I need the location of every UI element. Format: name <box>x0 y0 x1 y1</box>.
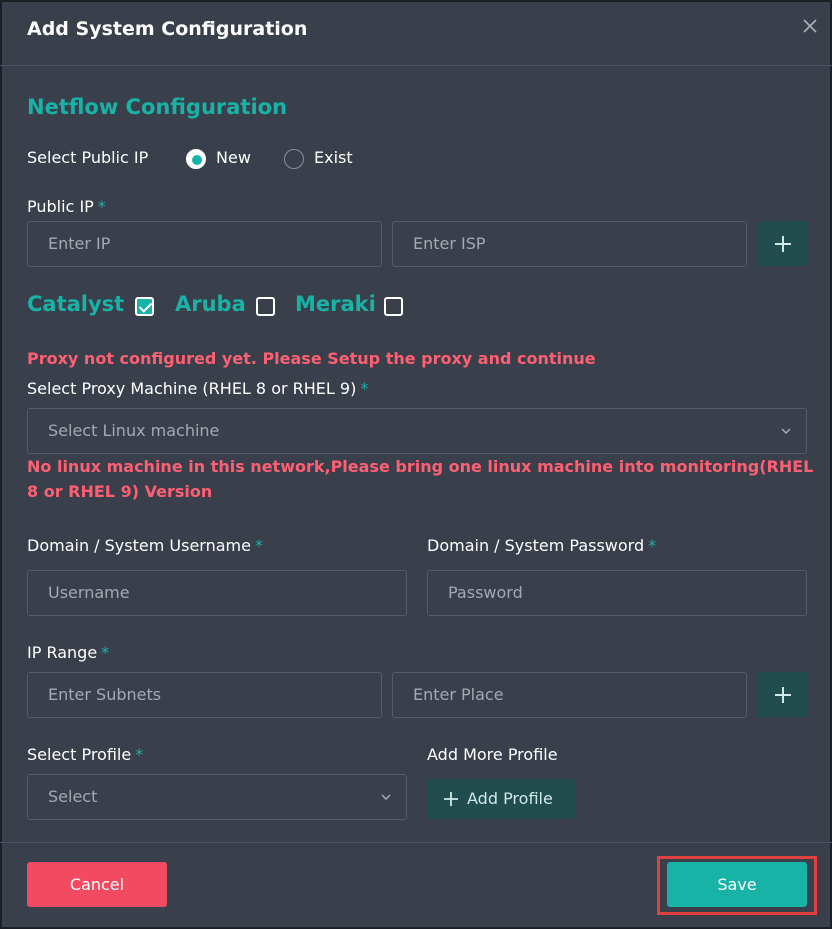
add-profile-button[interactable]: Add Profile <box>427 779 575 819</box>
required-mark: * <box>101 643 110 662</box>
select-profile-label: Select Profile * <box>27 745 144 764</box>
select-public-ip-label: Select Public IP <box>27 148 149 167</box>
no-linux-error-line2: 8 or RHEL 9) Version <box>27 482 213 501</box>
vendor-aruba-checkbox[interactable] <box>256 297 275 316</box>
ip-input[interactable]: Enter IP <box>27 221 382 267</box>
section-title-netflow: Netflow Configuration <box>27 95 288 119</box>
radio-new[interactable] <box>186 149 206 169</box>
place-input[interactable]: Enter Place <box>392 672 747 718</box>
username-input[interactable]: Username <box>27 570 407 616</box>
required-mark: * <box>135 745 144 764</box>
proxy-machine-select-value: Select Linux machine <box>48 421 220 440</box>
radio-exist[interactable] <box>284 149 304 169</box>
plus-icon <box>774 235 791 252</box>
radio-new-label: New <box>216 148 251 167</box>
chevron-down-icon <box>781 428 791 434</box>
save-button[interactable]: Save <box>667 862 807 907</box>
subnets-input[interactable]: Enter Subnets <box>27 672 382 718</box>
add-ip-range-button[interactable] <box>757 672 808 717</box>
public-ip-label: Public IP * <box>27 197 106 216</box>
vendor-meraki-checkbox[interactable] <box>384 297 403 316</box>
plus-icon <box>774 686 791 703</box>
proxy-machine-select[interactable]: Select Linux machine <box>27 408 807 454</box>
plus-icon <box>444 792 458 806</box>
dialog-header: Add System Configuration <box>0 0 832 66</box>
radio-exist-label: Exist <box>314 148 353 167</box>
vendor-catalyst-label: Catalyst <box>27 292 125 316</box>
password-label: Domain / System Password * <box>427 536 657 555</box>
add-ip-button[interactable] <box>757 221 808 266</box>
dialog-title: Add System Configuration <box>27 18 308 40</box>
add-more-profile-label: Add More Profile <box>427 745 558 764</box>
vendor-catalyst-checkbox[interactable] <box>135 297 154 316</box>
ip-range-label: IP Range * <box>27 643 110 662</box>
chevron-down-icon <box>381 794 391 800</box>
close-icon[interactable] <box>802 18 818 34</box>
required-mark: * <box>254 536 263 555</box>
no-linux-error-line1: No linux machine in this network,Please … <box>27 457 814 476</box>
required-mark: * <box>97 197 106 216</box>
required-mark: * <box>360 379 369 398</box>
vendor-aruba-label: Aruba <box>175 292 246 316</box>
profile-select-value: Select <box>48 787 98 806</box>
proxy-error-message: Proxy not configured yet. Please Setup t… <box>27 349 596 368</box>
add-profile-button-label: Add Profile <box>467 789 553 808</box>
profile-select[interactable]: Select <box>27 774 407 820</box>
password-input[interactable]: Password <box>427 570 807 616</box>
dialog-footer <box>0 842 832 843</box>
username-label: Domain / System Username * <box>27 536 263 555</box>
isp-input[interactable]: Enter ISP <box>392 221 747 267</box>
required-mark: * <box>648 536 657 555</box>
cancel-button[interactable]: Cancel <box>27 862 167 907</box>
proxy-machine-label: Select Proxy Machine (RHEL 8 or RHEL 9) * <box>27 379 369 398</box>
vendor-meraki-label: Meraki <box>295 292 376 316</box>
